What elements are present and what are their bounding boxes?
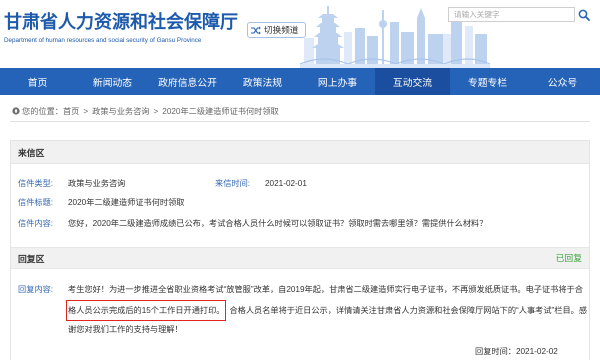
letter-detail-panel: 来信区 信件类型: 政策与业务咨询 来信时间: 2021-02-01 信件标题:… [10, 140, 590, 360]
reply-status-badge: 已回复 [555, 253, 582, 263]
letter-time-value: 2021-02-01 [265, 179, 307, 188]
reply-content-line: 格人员公示完成后的15个工作日开通打印。 合格人员名单将于近日公示，详情请关注甘… [66, 300, 589, 321]
reply-time-label: 回复时间： [475, 347, 516, 356]
nav-item-label: 公众号 [547, 77, 578, 89]
nav-item-label: 网上办事 [317, 77, 358, 89]
site-title[interactable]: 甘肃省人力资源和社会保障厅 [4, 9, 238, 35]
page: 甘肃省人力资源和社会保障厅 Department of human resour… [0, 0, 600, 360]
nav-item-special-topics[interactable]: 专题专栏 [450, 68, 525, 95]
switch-channel-button[interactable]: 切换频道 [247, 22, 306, 38]
location-icon [12, 107, 20, 115]
nav-item-interaction[interactable]: 互动交流 [375, 68, 450, 95]
nav-item-label: 政府信息公开 [158, 77, 217, 89]
letter-title-label: 信件标题: [18, 198, 54, 207]
switch-channel-label: 切换频道 [264, 25, 299, 35]
letter-title-value: 2020年二级建造师证书何时领取 [68, 198, 185, 207]
nav-item-label: 政策法规 [242, 77, 283, 89]
reply-content-line: 考生您好！为进一步推进全省职业资格考试“放管服”改革，自2019年起，甘肃省二级… [68, 285, 583, 294]
shuffle-icon [251, 26, 261, 35]
nav-item-policy[interactable]: 政策法规 [225, 68, 300, 95]
nav-item-label: 互动交流 [392, 77, 433, 89]
breadcrumb-separator: > [153, 106, 159, 116]
site-subtitle: Department of human resources and social… [4, 37, 202, 44]
letter-section-title: 来信区 [18, 147, 45, 158]
letter-type-value: 政策与业务咨询 [68, 179, 126, 188]
highlighted-text-box: 格人员公示完成后的15个工作日开通打印。 [66, 300, 227, 321]
nav-item-label: 新闻动态 [92, 77, 133, 89]
nav-item-online-services[interactable]: 网上办事 [300, 68, 375, 95]
reply-time-value: 2021-02-02 [515, 347, 558, 356]
search-icon[interactable] [577, 8, 590, 21]
reply-content-text: 合格人员名单将于近日公示，详情请关注甘肃省人力资源和社会保障厅网站下的“人事考试… [229, 305, 588, 315]
reply-time: 回复时间： 2021-02-02 [475, 345, 558, 359]
nav-item-home[interactable]: 首页 [0, 68, 75, 95]
letter-content-label: 信件内容: [18, 219, 54, 228]
reply-content-label: 回复内容: [18, 285, 54, 294]
breadcrumb-prefix: 您的位置： [22, 107, 63, 116]
breadcrumb-link-category[interactable]: 政策与业务咨询 [92, 105, 149, 117]
breadcrumb-link-home[interactable]: 首页 [63, 105, 79, 117]
nav-item-gov-info[interactable]: 政府信息公开 [150, 68, 225, 95]
breadcrumb: 您的位置： 首页 > 政策与业务咨询 > 2020年二级建造师证书何时领取 [10, 101, 590, 122]
reply-content-line: 谢您对我们工作的支持与理解！ [68, 325, 183, 334]
letter-time-label: 来信时间: [215, 179, 251, 188]
nav-item-official-account[interactable]: 公众号 [525, 68, 600, 95]
main-nav: 首页 新闻动态 政府信息公开 政策法规 网上办事 互动交流 专题专栏 公众号 [0, 68, 600, 95]
site-header: 甘肃省人力资源和社会保障厅 Department of human resour… [0, 0, 600, 68]
breadcrumb-current: 2020年二级建造师证书何时领取 [162, 107, 279, 116]
reply-section-header: 回复区 已回复 [11, 247, 589, 269]
letter-section-header: 来信区 [11, 141, 589, 164]
breadcrumb-separator: > [83, 106, 89, 116]
nav-item-news[interactable]: 新闻动态 [75, 68, 150, 95]
nav-item-label: 首页 [27, 77, 48, 89]
letter-content-value: 您好，2020年二级建造师成绩已公布，考试合格人员什么时候可以领取证书？领取时需… [68, 219, 488, 228]
reply-section-title: 回复区 [18, 253, 45, 264]
nav-item-label: 专题专栏 [467, 77, 508, 89]
search-input[interactable] [448, 7, 575, 22]
letter-type-label: 信件类型: [18, 179, 54, 188]
